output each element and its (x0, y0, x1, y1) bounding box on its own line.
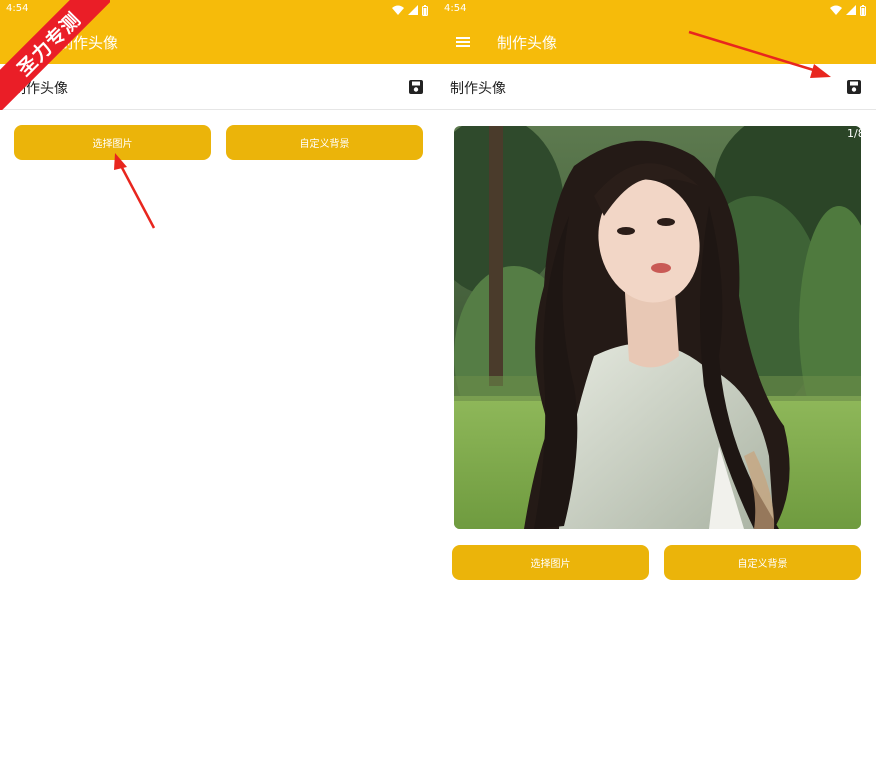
battery-icon (860, 4, 866, 16)
custom-background-button[interactable]: 自定义背景 (226, 125, 423, 160)
status-icons (392, 4, 428, 16)
select-image-button[interactable]: 选择图片 (452, 545, 649, 580)
status-bar: 4:54 (438, 0, 876, 20)
screen-after: 4:54 制作头像 制作头像 1/ 选择图片 自定义背景 (438, 0, 876, 772)
save-icon[interactable] (846, 79, 862, 95)
save-icon[interactable] (408, 79, 424, 95)
status-bar: 4:54 (0, 0, 438, 20)
sub-header: 制作头像 (438, 64, 876, 110)
portrait-photo: 1/8 (454, 126, 861, 529)
battery-icon (422, 4, 428, 16)
select-image-button[interactable]: 选择图片 (14, 125, 211, 160)
wifi-icon (392, 5, 404, 15)
photo-counter: 1/8 (847, 127, 861, 140)
arrow-annotation-icon (114, 153, 156, 229)
app-bar-title: 制作头像 (497, 34, 558, 52)
sub-header-title: 制作头像 (12, 81, 68, 97)
app-bar: 制作头像 (0, 20, 438, 64)
avatar-preview-photo: 1/8 (454, 126, 861, 529)
signal-icon (408, 5, 418, 15)
sub-header: 制作头像 (0, 64, 438, 110)
menu-icon[interactable] (454, 33, 472, 51)
status-time: 4:54 (6, 3, 29, 14)
status-icons (830, 4, 866, 16)
custom-background-button[interactable]: 自定义背景 (664, 545, 861, 580)
app-bar-title: 制作头像 (58, 34, 119, 52)
signal-icon (846, 5, 856, 15)
sub-header-title: 制作头像 (450, 81, 506, 97)
wifi-icon (830, 5, 842, 15)
app-bar: 制作头像 (438, 20, 876, 64)
status-time: 4:54 (444, 3, 467, 14)
screen-before: 4:54 制作头像 制作头像 选择图片 自定义背景 圣力专测 (0, 0, 438, 772)
